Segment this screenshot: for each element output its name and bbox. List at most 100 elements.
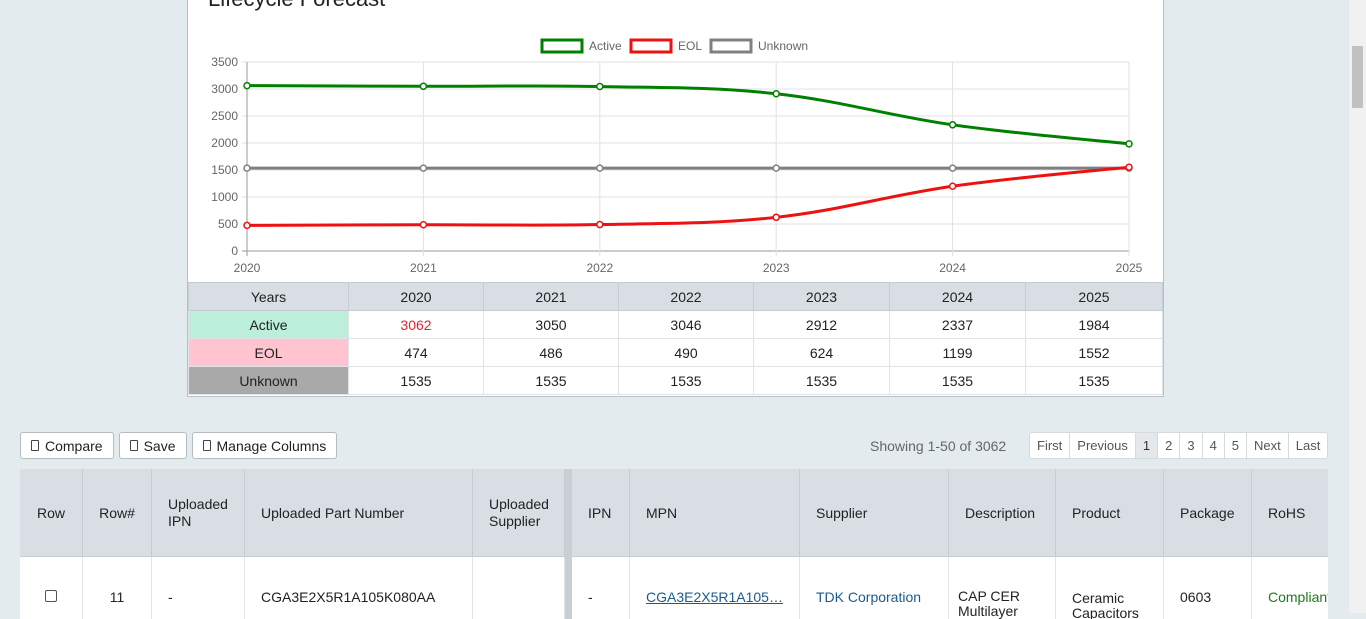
cell: 1535 [753,366,890,395]
cell: 2337 [889,310,1026,339]
x-tick-label: 2021 [410,261,437,275]
data-point-active [772,90,780,98]
data-point-eol [596,220,604,229]
pager-page-5[interactable]: 5 [1223,433,1246,458]
data-point-unknown [772,164,780,172]
series-line-eol [246,165,1130,227]
y-tick-label: 1500 [211,163,238,177]
pager-page-2[interactable]: 2 [1157,433,1179,458]
data-point-eol [948,182,957,191]
header-2025: 2025 [1025,282,1163,311]
data-point-eol [1125,163,1133,171]
x-tick-label: 2025 [1116,261,1143,275]
cell-product: Ceramic Capacitors [1056,557,1164,619]
x-tick-label: 2023 [763,261,790,275]
data-point-unknown [948,164,957,172]
mpn-link[interactable]: CGA3E2X5R1A105… [646,589,783,605]
y-tick-label: 0 [231,244,238,258]
pager-first[interactable]: First [1030,433,1069,458]
row-label-unknown: Unknown [188,366,349,395]
col-header-ipn[interactable]: IPN [572,469,630,557]
data-point-active [1125,140,1133,148]
pager-next[interactable]: Next [1246,433,1288,458]
data-point-active [419,82,428,91]
pager-page-3[interactable]: 3 [1179,433,1201,458]
save-label: Save [143,437,176,454]
data-point-active [948,121,957,129]
header-years: Years [188,282,349,311]
page-scrollbar[interactable] [1349,0,1366,613]
col-header-supplier[interactable]: Supplier [800,469,949,557]
lifecycle-forecast-panel: Lifecycle Forecast 050010001500200025003… [187,0,1164,397]
x-tick-label: 2024 [939,261,966,275]
header-2024: 2024 [889,282,1026,311]
compare-button[interactable]: Compare [20,432,114,459]
data-point-eol [772,213,780,222]
series-line-active [246,84,1130,146]
header-2021: 2021 [483,282,619,311]
cell: 1535 [618,366,754,395]
legend-label-active: Active [589,39,622,53]
col-header-package[interactable]: Package [1164,469,1252,557]
row-checkbox[interactable] [45,590,57,602]
scrollbar-thumb[interactable] [1352,46,1363,108]
cell: 486 [483,338,619,367]
y-tick-label: 3500 [211,55,238,69]
pager-page-4[interactable]: 4 [1201,433,1224,458]
manage-columns-button[interactable]: Manage Columns [191,432,338,459]
cell: 474 [348,338,484,367]
cell-rohs: Compliant [1268,588,1328,605]
row-label-active: Active [188,310,349,339]
cell: 2912 [753,310,890,339]
supplier-link[interactable]: TDK Corporation [816,589,921,605]
grid-toolbar: Compare Save Manage Columns [20,432,338,459]
col-header-uploaded-ipn-label: Uploaded IPN [168,496,228,529]
cell: 1535 [483,366,619,395]
data-point-eol [243,221,251,230]
frozen-column-divider[interactable] [565,469,572,619]
cell: 3050 [483,310,619,339]
save-icon [129,440,138,451]
x-tick-label: 2020 [234,261,261,275]
pager-last[interactable]: Last [1287,433,1328,458]
y-tick-label: 1000 [211,190,238,204]
x-tick-label: 2022 [586,261,613,275]
pager-page-1[interactable]: 1 [1134,433,1158,458]
cell: 1535 [1025,366,1163,395]
legend-label-unknown: Unknown [758,39,808,53]
col-header-mpn[interactable]: MPN [630,469,800,557]
cell: 1535 [348,366,484,395]
cell: 3062 [348,310,484,339]
col-header-rownum[interactable]: Row# [83,469,152,557]
pagination: First Previous 1 2 3 4 5 Next Last [1029,432,1329,459]
parts-grid: Row Row# Uploaded IPN Uploaded Part Numb… [20,469,1328,619]
col-header-description[interactable]: Description [949,469,1056,557]
compare-icon [31,440,39,451]
cell-description: CAP CER Multilayer [949,557,1056,619]
cell-mpn: CGA3E2X5R1A105… [630,557,800,619]
cell: 1552 [1025,338,1163,367]
data-point-active [596,82,604,91]
cell: 490 [618,338,754,367]
header-2023: 2023 [753,282,890,311]
col-header-uploaded-supplier[interactable]: Uploaded Supplier [473,469,565,557]
col-header-product[interactable]: Product [1056,469,1164,557]
table-row-unknown: Unknown 1535 1535 1535 1535 1535 1535 [188,366,1163,395]
col-header-uploaded-part[interactable]: Uploaded Part Number [245,469,473,557]
legend-label-eol: EOL [678,39,702,53]
data-point-unknown [243,164,251,172]
cell-uploaded-supplier [473,557,565,619]
data-point-unknown [596,164,604,172]
table-row-eol: EOL 474 486 490 624 1199 1552 [188,338,1163,367]
col-header-rohs[interactable]: RoHS [1252,469,1328,557]
col-header-uploaded-supplier-label: Uploaded Supplier [489,496,549,529]
header-2020: 2020 [348,282,484,311]
col-header-uploaded-ipn[interactable]: Uploaded IPN [152,469,245,557]
col-header-row[interactable]: Row [20,469,83,557]
legend-swatch-active [540,38,584,54]
save-button[interactable]: Save [118,432,187,459]
lifecycle-table: Years 2020 2021 2022 2023 2024 2025 Acti… [188,282,1163,395]
pager-previous[interactable]: Previous [1069,433,1135,458]
compare-label: Compare [45,437,103,454]
legend-swatch-eol [629,38,673,54]
